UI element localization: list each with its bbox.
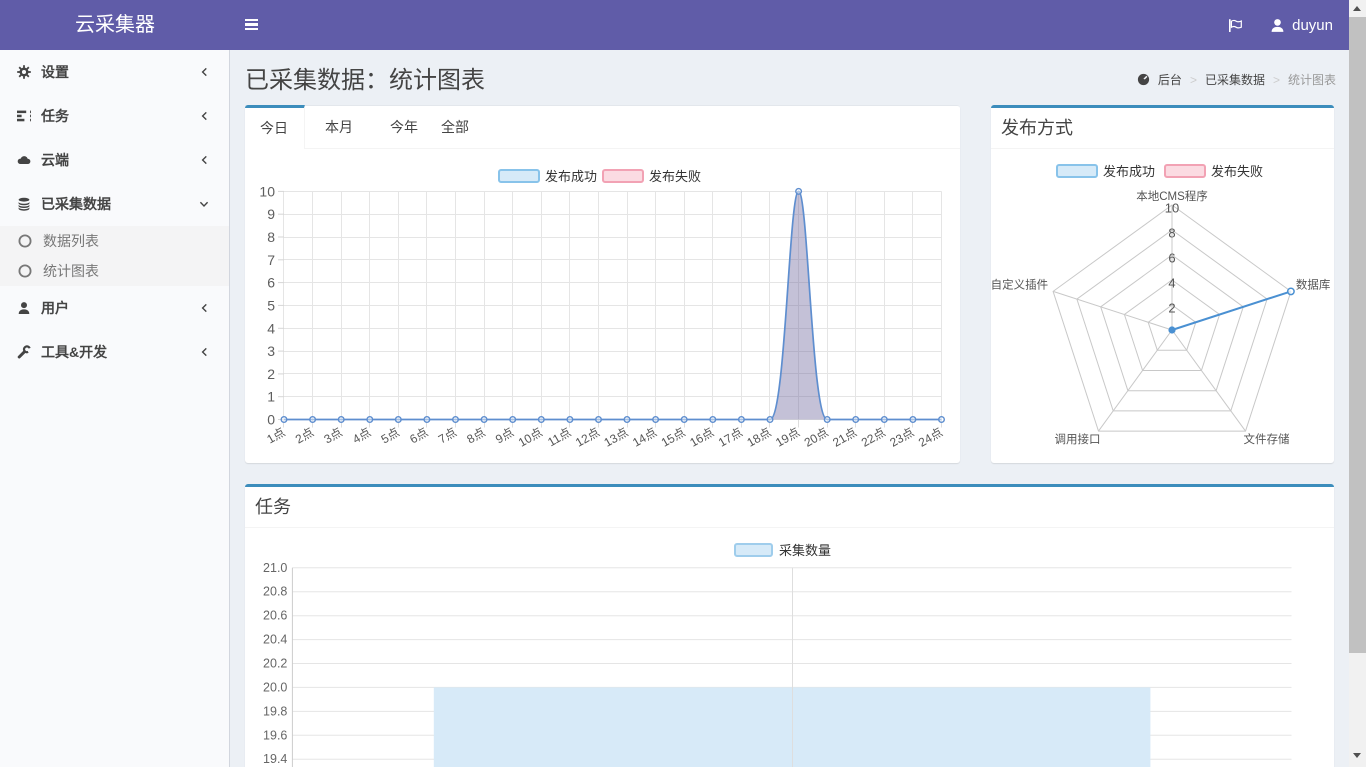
svg-text:20.0: 20.0 bbox=[263, 680, 287, 694]
svg-text:调用接口: 调用接口 bbox=[1055, 433, 1101, 446]
svg-text:7: 7 bbox=[267, 252, 275, 268]
svg-text:15点: 15点 bbox=[659, 425, 688, 450]
svg-text:发布成功: 发布成功 bbox=[1103, 164, 1155, 179]
svg-text:21.0: 21.0 bbox=[263, 561, 287, 575]
svg-text:4点: 4点 bbox=[350, 425, 373, 446]
svg-text:发布成功: 发布成功 bbox=[545, 169, 597, 184]
svg-text:20点: 20点 bbox=[802, 425, 831, 450]
svg-text:11点: 11点 bbox=[545, 425, 573, 449]
svg-text:9点: 9点 bbox=[493, 425, 516, 446]
svg-text:5点: 5点 bbox=[379, 425, 402, 446]
svg-text:19点: 19点 bbox=[773, 425, 802, 450]
svg-text:16点: 16点 bbox=[687, 425, 716, 450]
svg-text:5: 5 bbox=[267, 297, 275, 313]
svg-text:17点: 17点 bbox=[716, 425, 745, 450]
svg-text:文件存储: 文件存储 bbox=[1244, 432, 1290, 446]
svg-text:20.2: 20.2 bbox=[263, 657, 287, 671]
svg-text:1: 1 bbox=[267, 389, 275, 405]
svg-text:3: 3 bbox=[267, 343, 275, 359]
svg-text:14点: 14点 bbox=[630, 425, 659, 450]
svg-text:22点: 22点 bbox=[859, 425, 888, 450]
svg-text:4: 4 bbox=[267, 320, 275, 336]
svg-text:7点: 7点 bbox=[436, 425, 459, 446]
svg-text:19.8: 19.8 bbox=[263, 704, 287, 718]
svg-text:6点: 6点 bbox=[407, 425, 430, 446]
svg-text:4: 4 bbox=[1168, 276, 1175, 291]
svg-text:数据库: 数据库 bbox=[1296, 277, 1331, 291]
svg-text:20.4: 20.4 bbox=[263, 633, 287, 647]
svg-text:13点: 13点 bbox=[602, 425, 631, 450]
svg-text:2: 2 bbox=[1168, 301, 1175, 316]
svg-text:1点: 1点 bbox=[264, 425, 287, 446]
svg-text:12点: 12点 bbox=[573, 425, 602, 450]
svg-text:3点: 3点 bbox=[322, 425, 345, 446]
svg-text:2: 2 bbox=[267, 366, 275, 382]
svg-text:18点: 18点 bbox=[745, 425, 774, 450]
svg-text:21点: 21点 bbox=[830, 425, 859, 450]
svg-text:发布失败: 发布失败 bbox=[1211, 164, 1263, 179]
svg-text:8: 8 bbox=[1168, 226, 1175, 241]
svg-text:20.8: 20.8 bbox=[263, 585, 287, 599]
svg-text:8: 8 bbox=[267, 229, 275, 245]
svg-text:24点: 24点 bbox=[916, 425, 945, 450]
svg-text:20.6: 20.6 bbox=[263, 609, 287, 623]
svg-text:8点: 8点 bbox=[464, 425, 487, 446]
svg-text:2点: 2点 bbox=[293, 425, 316, 446]
svg-text:19.4: 19.4 bbox=[263, 752, 287, 766]
svg-text:23点: 23点 bbox=[887, 425, 916, 450]
svg-text:本地CMS程序: 本地CMS程序 bbox=[1136, 189, 1208, 203]
svg-text:采集数量: 采集数量 bbox=[779, 543, 831, 558]
svg-text:10: 10 bbox=[259, 183, 275, 199]
svg-text:19.6: 19.6 bbox=[263, 728, 287, 742]
svg-text:6: 6 bbox=[1168, 251, 1175, 266]
svg-text:自定义插件: 自定义插件 bbox=[991, 277, 1048, 291]
svg-text:0: 0 bbox=[267, 412, 275, 428]
svg-text:10点: 10点 bbox=[516, 425, 545, 450]
svg-text:9: 9 bbox=[267, 206, 275, 222]
svg-text:6: 6 bbox=[267, 275, 275, 291]
svg-text:发布失败: 发布失败 bbox=[649, 169, 701, 184]
